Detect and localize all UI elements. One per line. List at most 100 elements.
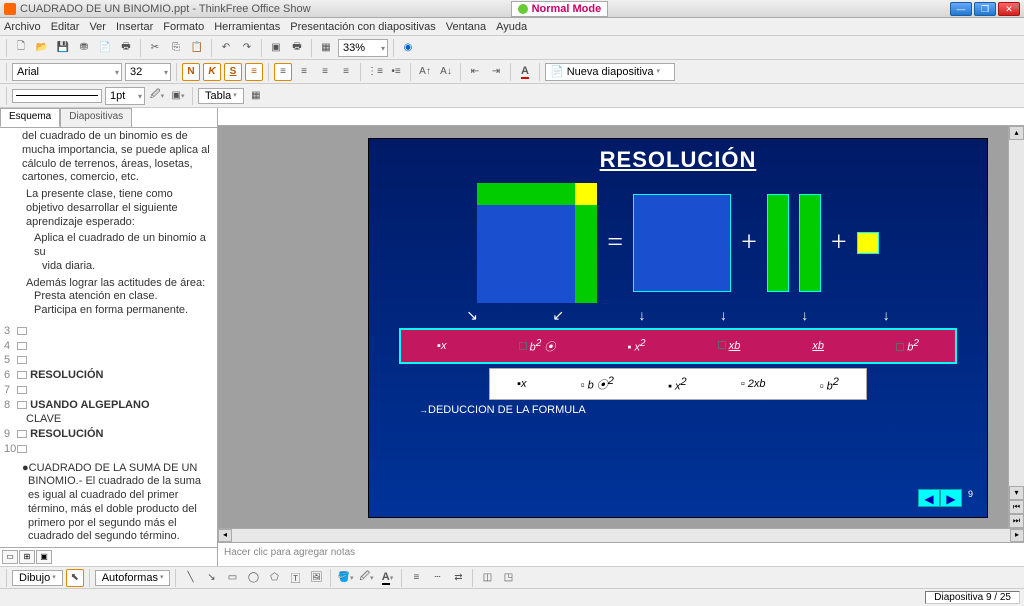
- line-style-preview[interactable]: [12, 89, 102, 103]
- outline-item[interactable]: 9 RESOLUCIÓN: [4, 428, 213, 442]
- dibujo-button[interactable]: Dibujo ▾: [12, 570, 63, 586]
- saveall-icon[interactable]: ⛃: [75, 39, 93, 57]
- notes-area[interactable]: Hacer clic para agregar notas: [218, 542, 1024, 566]
- view-sorter-icon[interactable]: ⊞: [19, 550, 35, 564]
- polygon-icon[interactable]: ⬠: [265, 569, 283, 587]
- arrowstyle-icon[interactable]: ⇄: [449, 569, 467, 587]
- fontcolor2-icon[interactable]: A▾: [378, 569, 396, 587]
- undo-icon[interactable]: ↶: [217, 39, 235, 57]
- horizontal-scrollbar[interactable]: ◂ ▸: [218, 528, 1024, 542]
- outline-content[interactable]: del cuadrado de un binomio es de mucha i…: [0, 128, 217, 547]
- outdent-icon[interactable]: ⇤: [466, 63, 484, 81]
- bold-button[interactable]: N: [182, 63, 200, 81]
- textbox-icon[interactable]: 🅃: [286, 569, 304, 587]
- prev-slide-nav-icon[interactable]: ⏮: [1009, 500, 1024, 514]
- vertical-scrollbar[interactable]: ▴ ▾ ⏮ ⏭: [1008, 126, 1024, 528]
- align-right-icon[interactable]: ≡: [316, 63, 334, 81]
- 3d-icon[interactable]: ◳: [499, 569, 517, 587]
- underline-button[interactable]: S: [224, 63, 242, 81]
- line-icon[interactable]: ╲: [181, 569, 199, 587]
- tab-outline[interactable]: Esquema: [0, 108, 60, 127]
- arrow-icon[interactable]: ↘: [202, 569, 220, 587]
- menu-ayuda[interactable]: Ayuda: [496, 21, 527, 33]
- outline-item[interactable]: 6 RESOLUCIÓN: [4, 369, 213, 383]
- export-icon[interactable]: 📄: [96, 39, 114, 57]
- scroll-right-button[interactable]: ▸: [1010, 529, 1024, 542]
- print-icon[interactable]: 🖶: [117, 39, 135, 57]
- scroll-track[interactable]: [1009, 140, 1024, 486]
- table-draw-icon[interactable]: ▦: [247, 87, 265, 105]
- outline-item[interactable]: 5: [4, 354, 213, 368]
- help-icon[interactable]: ◉: [399, 39, 417, 57]
- slide[interactable]: RESOLUCIÓN = + + ↘: [368, 138, 988, 518]
- next-slide-button[interactable]: ▶: [940, 489, 962, 507]
- view-normal-icon[interactable]: ▭: [2, 550, 18, 564]
- next-slide-nav-icon[interactable]: ⏭: [1009, 514, 1024, 528]
- menu-ventana[interactable]: Ventana: [446, 21, 486, 33]
- outline-item[interactable]: 3: [4, 325, 213, 339]
- italic-button[interactable]: K: [203, 63, 221, 81]
- lineweight-icon[interactable]: ≡: [407, 569, 425, 587]
- oval-icon[interactable]: ◯: [244, 569, 262, 587]
- menu-formato[interactable]: Formato: [163, 21, 204, 33]
- maximize-button[interactable]: ❐: [974, 2, 996, 16]
- zoom-combo[interactable]: 33%: [338, 39, 388, 57]
- scroll-left-button[interactable]: ◂: [218, 529, 232, 542]
- menu-ver[interactable]: Ver: [89, 21, 106, 33]
- scroll-up-button[interactable]: ▴: [1009, 126, 1024, 140]
- align-center-icon[interactable]: ≡: [295, 63, 313, 81]
- table-button[interactable]: Tabla ▾: [198, 88, 244, 104]
- grid-icon[interactable]: ▦: [317, 39, 335, 57]
- line-pt-combo[interactable]: 1pt: [105, 87, 145, 105]
- open-icon[interactable]: 📂: [33, 39, 51, 57]
- align-justify-icon[interactable]: ≡: [337, 63, 355, 81]
- menu-insertar[interactable]: Insertar: [116, 21, 153, 33]
- shadow-icon[interactable]: ◫: [478, 569, 496, 587]
- outline-item[interactable]: 4: [4, 340, 213, 354]
- outline-panel: Esquema Diapositivas ✕ del cuadrado de u…: [0, 108, 218, 566]
- minimize-button[interactable]: —: [950, 2, 972, 16]
- fontcolor-icon[interactable]: A: [516, 63, 534, 81]
- slideshow-icon[interactable]: ▣: [267, 39, 285, 57]
- autoformas-button[interactable]: Autoformas ▾: [95, 570, 171, 586]
- image-icon[interactable]: 🖼: [307, 569, 325, 587]
- fillcolor-icon[interactable]: ▣▾: [169, 87, 187, 105]
- inc-font-icon[interactable]: A↑: [416, 63, 434, 81]
- menu-editar[interactable]: Editar: [51, 21, 80, 33]
- redo-icon[interactable]: ↷: [238, 39, 256, 57]
- select-icon[interactable]: ⬉: [66, 569, 84, 587]
- new-slide-button[interactable]: 📄 Nueva diapositiva ▾: [545, 63, 675, 81]
- indent-icon[interactable]: ⇥: [487, 63, 505, 81]
- strike-button[interactable]: ≡: [245, 63, 263, 81]
- linecolor2-icon[interactable]: 🖉▾: [357, 569, 375, 587]
- menu-archivo[interactable]: Archivo: [4, 21, 41, 33]
- bullets-icon[interactable]: •≡: [387, 63, 405, 81]
- rect-icon[interactable]: ▭: [223, 569, 241, 587]
- fillcolor2-icon[interactable]: 🪣▾: [336, 569, 354, 587]
- linestyle-icon[interactable]: ┄: [428, 569, 446, 587]
- menu-herramientas[interactable]: Herramientas: [214, 21, 280, 33]
- new-icon[interactable]: 🗋: [12, 39, 30, 57]
- fontsize-combo[interactable]: 32: [125, 63, 171, 81]
- copy-icon[interactable]: ⎘: [167, 39, 185, 57]
- scroll-down-button[interactable]: ▾: [1009, 486, 1024, 500]
- outline-item[interactable]: 10: [4, 443, 213, 457]
- numbering-icon[interactable]: ⋮≡: [366, 63, 384, 81]
- print2-icon[interactable]: 🖶: [288, 39, 306, 57]
- save-icon[interactable]: 💾: [54, 39, 72, 57]
- menu-presentacion[interactable]: Presentación con diapositivas: [290, 21, 436, 33]
- prev-slide-button[interactable]: ◀: [918, 489, 940, 507]
- slide-container[interactable]: RESOLUCIÓN = + + ↘: [218, 126, 1008, 528]
- dec-font-icon[interactable]: A↓: [437, 63, 455, 81]
- outline-item[interactable]: 7: [4, 384, 213, 398]
- align-left-icon[interactable]: ≡: [274, 63, 292, 81]
- panel-close-icon[interactable]: ✕: [1012, 2, 1020, 13]
- tab-slides[interactable]: Diapositivas: [60, 108, 132, 127]
- outline-item[interactable]: 8 USANDO ALGEPLANO: [4, 399, 213, 413]
- hscroll-track[interactable]: [232, 529, 1010, 542]
- view-show-icon[interactable]: ▣: [36, 550, 52, 564]
- cut-icon[interactable]: ✂: [146, 39, 164, 57]
- paste-icon[interactable]: 📋: [188, 39, 206, 57]
- linecolor-icon[interactable]: 🖉▾: [148, 87, 166, 105]
- font-combo[interactable]: Arial: [12, 63, 122, 81]
